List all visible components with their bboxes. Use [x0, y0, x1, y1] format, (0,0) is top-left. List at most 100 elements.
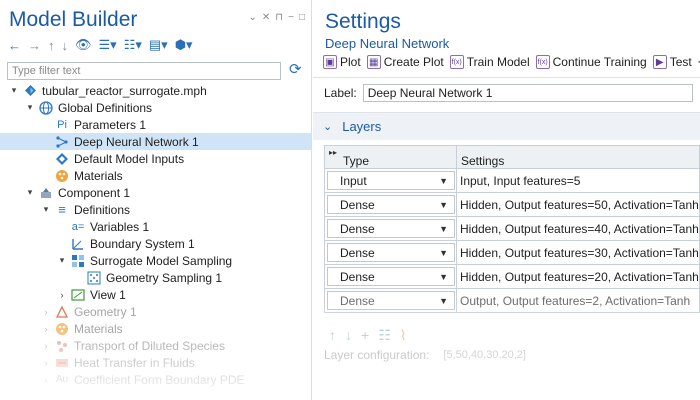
materials-icon [54, 169, 70, 183]
expand-sections-icon[interactable]: ☰▾ [99, 37, 117, 53]
tree-node-default-model-inputs[interactable]: Default Model Inputs [0, 150, 311, 167]
table-row[interactable]: Dense ▼ Hidden, Output features=50, Acti… [324, 193, 700, 217]
tree-node-parameters[interactable]: Pi Parameters 1 [0, 116, 311, 133]
tree-node-variables[interactable]: a= Variables 1 [0, 218, 311, 235]
layers-table: ▸▸ Type Settings Input ▼ Input, Input fe… [324, 145, 700, 313]
tree-node-component-materials[interactable]: › Materials [0, 320, 311, 337]
column-header-settings[interactable]: Settings [461, 154, 504, 168]
table-row[interactable]: Dense ▼ Hidden, Output features=30, Acti… [324, 241, 700, 265]
chevron-down-icon: ⌄ [323, 121, 333, 133]
layers-section-header[interactable]: ⌄ Layers [313, 112, 700, 140]
tree-node-global-materials[interactable]: Materials [0, 167, 311, 184]
expand-arrow-icon[interactable]: ▾ [56, 255, 68, 266]
move-up-icon[interactable]: ↑ [48, 38, 55, 53]
tree-node-view[interactable]: › View 1 [0, 286, 311, 303]
tree-node-transport[interactable]: › Transport of Diluted Species [0, 337, 311, 354]
add-icon[interactable]: + [361, 327, 369, 344]
layer-settings-text: Output, Output features=2, Activation=Ta… [460, 294, 691, 308]
tree-node-pde[interactable]: › Au Coefficient Form Boundary PDE [0, 371, 311, 388]
create-plot-button[interactable]: ▦ Create Plot [366, 55, 444, 69]
column-header-type[interactable]: Type [343, 154, 369, 168]
minimize-icon[interactable]: − [288, 12, 294, 23]
tree-node-label: Parameters 1 [74, 117, 147, 132]
layer-type-select[interactable]: Dense ▼ [327, 195, 455, 214]
dropdown-arrow-icon: ▼ [439, 199, 448, 210]
test-icon: ▶ [652, 55, 667, 69]
train-model-label: Train Model [466, 55, 530, 69]
test-button[interactable]: ▶ Test [652, 55, 692, 69]
tree-node-label: Geometry 1 [74, 304, 137, 319]
expand-arrow-icon[interactable]: ▾ [8, 85, 20, 96]
tree-node-global-definitions[interactable]: ▾ Global Definitions [0, 99, 311, 116]
tree-filter-input[interactable] [7, 62, 281, 80]
table-row[interactable]: Dense ▼ Output, Output features=2, Activ… [324, 289, 700, 313]
tree-node-geometry-sampling[interactable]: Geometry Sampling 1 [0, 269, 311, 286]
expand-arrow-icon[interactable]: ▾ [24, 102, 36, 113]
back-arrow-icon[interactable]: ← [8, 38, 21, 53]
table-row[interactable]: Dense ▼ Hidden, Output features=40, Acti… [324, 217, 700, 241]
component-icon [38, 186, 54, 200]
tree-node-definitions[interactable]: ▾ ≡ Definitions [0, 201, 311, 218]
tree-node-component[interactable]: ▾ Component 1 [0, 184, 311, 201]
layer-settings-text: Hidden, Output features=50, Activation=T… [460, 198, 699, 212]
layer-type-select[interactable]: Input ▼ [327, 171, 455, 190]
expand-arrow-icon[interactable]: › [56, 290, 68, 300]
tree-node-model-root[interactable]: ▾ tubular_reactor_surrogate.mph [0, 82, 311, 99]
layer-type-select[interactable]: Dense ▼ [327, 267, 455, 286]
label-caption: Label: [324, 86, 357, 100]
settings-title: Settings [325, 10, 401, 33]
close-icon[interactable]: ✕ [262, 12, 270, 23]
tree-node-label: Geometry Sampling 1 [106, 270, 223, 285]
expand-arrow-icon[interactable]: › [40, 341, 52, 351]
tree-node-label: Variables 1 [90, 219, 150, 234]
neural-network-icon [54, 135, 70, 149]
tree-node-geometry[interactable]: › Geometry 1 [0, 303, 311, 320]
label-field[interactable] [362, 84, 693, 102]
refresh-icon[interactable]: ⟳ [289, 60, 302, 78]
expand-arrow-icon[interactable]: › [40, 324, 52, 334]
table-row[interactable]: Dense ▼ Hidden, Output features=20, Acti… [324, 265, 700, 289]
plot-button[interactable]: ▣ Plot [323, 55, 361, 69]
settings-panel: Settings Deep Neural Network ▣ Plot ▦ Cr… [313, 0, 700, 400]
layer-settings-text: Hidden, Output features=40, Activation=T… [460, 222, 699, 236]
pde-icon: Au [55, 374, 69, 385]
expand-arrow-icon[interactable]: ▾ [24, 187, 36, 198]
tree-node-boundary-system[interactable]: Boundary System 1 [0, 235, 311, 252]
continue-training-button[interactable]: f(x) Continue Training [535, 55, 647, 69]
delete-row-icon[interactable]: ☷ [378, 327, 391, 344]
train-model-icon: f(x) [449, 55, 464, 69]
move-down-icon[interactable]: ↓ [62, 38, 69, 53]
tree-node-label: Global Definitions [58, 100, 153, 115]
tree-node-surrogate-model-sampling[interactable]: ▾ Surrogate Model Sampling [0, 252, 311, 269]
layer-type-select[interactable]: Dense ▼ [327, 219, 455, 238]
layer-type-select[interactable]: Dense ▼ [327, 243, 455, 262]
pin-icon[interactable]: ⊓ [275, 12, 283, 23]
expand-arrow-icon[interactable]: › [40, 375, 52, 385]
tree-node-label: Deep Neural Network 1 [74, 134, 199, 149]
expand-arrow-icon[interactable]: › [40, 358, 52, 368]
train-model-button[interactable]: f(x) Train Model [449, 55, 530, 69]
toolbar-divider [313, 77, 700, 78]
expand-arrow-icon[interactable]: › [40, 307, 52, 317]
expand-arrow-icon[interactable]: ▾ [40, 204, 52, 215]
tree-node-heat-transfer[interactable]: › Heat Transfer in Fluids [0, 354, 311, 371]
build-icon[interactable]: ⬢▾ [175, 37, 193, 53]
layer-type-value: Dense [340, 221, 375, 236]
list-view-icon[interactable]: ▤▾ [149, 37, 168, 53]
clear-table-icon[interactable]: ⌇ [400, 327, 407, 344]
view-icon [70, 288, 86, 302]
maximize-icon[interactable]: □ [299, 12, 305, 23]
forward-arrow-icon[interactable]: → [28, 38, 41, 53]
move-down-icon[interactable]: ↓ [345, 327, 352, 344]
tree-node-deep-neural-network[interactable]: Deep Neural Network 1 [0, 133, 311, 150]
parameters-icon: Pi [57, 118, 67, 131]
layer-type-select[interactable]: Dense ▼ [327, 291, 455, 310]
table-row[interactable]: Input ▼ Input, Input features=5 [324, 169, 700, 193]
tree-node-label: Definitions [74, 202, 131, 217]
collapse-sections-icon[interactable]: ☷▾ [124, 37, 142, 53]
move-up-icon[interactable]: ↑ [329, 327, 336, 344]
column-resize-icon[interactable]: ▸▸ [329, 148, 337, 157]
show-icon[interactable]: 👁 [75, 37, 92, 53]
menu-chevron-icon[interactable]: ⌄ [249, 12, 257, 23]
sampling-icon [70, 254, 86, 268]
